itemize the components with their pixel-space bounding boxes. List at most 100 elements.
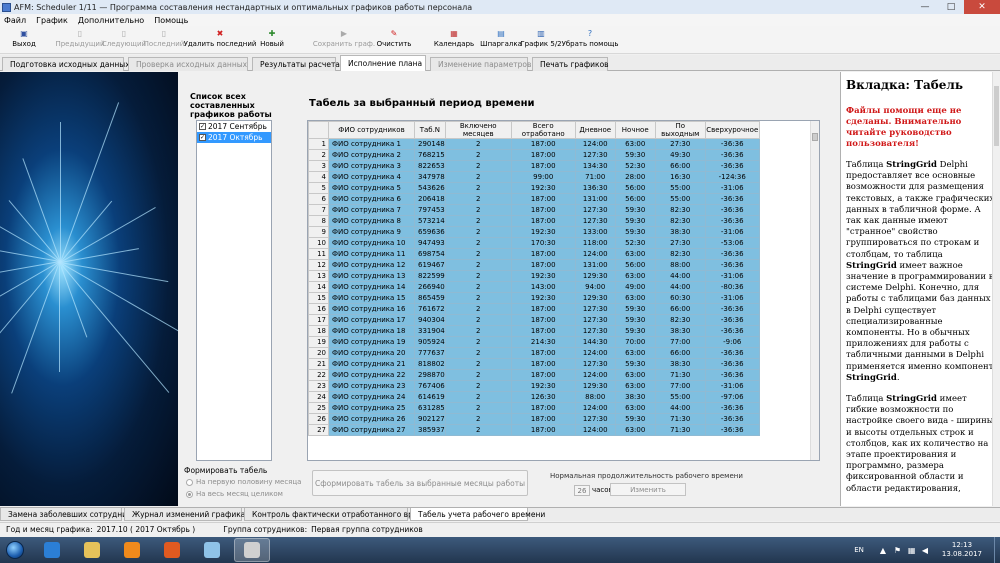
table-row[interactable]: 4 ФИО сотрудника 4 347978 2 99:00 71:00 28:00 1… <box>308 171 760 183</box>
grid-cell[interactable]: 543626 <box>414 182 446 194</box>
grid-cell[interactable]: -31:06 <box>704 270 760 282</box>
grid-cell[interactable]: 698754 <box>414 248 446 260</box>
table-row[interactable]: 1 ФИО сотрудника 1 290148 2 187:00 124:00 63:0… <box>308 138 760 150</box>
table-row[interactable]: 17 ФИО сотрудника 17 940304 2 187:00 127:30 59… <box>308 314 760 326</box>
grid-cell[interactable]: 2 <box>444 402 512 414</box>
grid-cell[interactable]: -124:36 <box>704 171 760 183</box>
grid-cell[interactable]: 2 <box>444 369 512 381</box>
grid-cell[interactable]: ФИО сотрудника 22 <box>328 369 415 381</box>
grid-cell[interactable]: ФИО сотрудника 18 <box>328 325 415 337</box>
grid-cell[interactable]: 16:30 <box>654 171 706 183</box>
tray-flag-icon[interactable]: ⚑ <box>894 546 902 555</box>
grid-cell[interactable]: -36:36 <box>704 149 760 161</box>
grid-cell[interactable]: 124:00 <box>574 402 616 414</box>
grid-cell[interactable]: 63:00 <box>614 424 656 436</box>
taskbar-app[interactable] <box>34 538 70 562</box>
table-row[interactable]: 22 ФИО сотрудника 22 298870 2 187:00 124:00 63… <box>308 369 760 381</box>
grid-cell[interactable]: 70:00 <box>614 336 656 348</box>
grid-cell[interactable]: 127:30 <box>574 413 616 425</box>
grid-cell[interactable]: 88:00 <box>654 259 706 271</box>
grid-column-header[interactable]: Ночное <box>614 121 656 139</box>
grid-cell[interactable]: 143:00 <box>510 281 576 293</box>
grid-cell[interactable]: 63:00 <box>614 402 656 414</box>
grid-cell[interactable]: 56:00 <box>614 259 656 271</box>
grid-cell[interactable]: -53:06 <box>704 237 760 249</box>
grid-cell[interactable]: 129:30 <box>574 270 616 282</box>
grid-cell[interactable]: 133:00 <box>574 226 616 238</box>
tab-3[interactable]: Исполнение плана <box>340 55 426 71</box>
toolbar-button-0[interactable]: ▣ Выход <box>4 28 44 49</box>
norm-hours-input[interactable]: 26 <box>574 485 590 496</box>
grid-cell[interactable]: -36:36 <box>704 215 760 227</box>
grid-cell[interactable]: ФИО сотрудника 5 <box>328 182 415 194</box>
grid-cell[interactable]: 347978 <box>414 171 446 183</box>
grid-cell[interactable]: ФИО сотрудника 12 <box>328 259 415 271</box>
grid-cell[interactable]: 187:00 <box>510 358 576 370</box>
grid-cell[interactable]: 136:30 <box>574 182 616 194</box>
table-row[interactable]: 6 ФИО сотрудника 6 206418 2 187:00 131:00 56:0… <box>308 193 760 205</box>
grid-cell[interactable]: ФИО сотрудника 16 <box>328 303 415 315</box>
grid-cell[interactable]: 56:00 <box>614 182 656 194</box>
grid-cell[interactable]: 55:00 <box>654 391 706 403</box>
grid-cell[interactable]: 2 <box>444 149 512 161</box>
grid-cell[interactable]: 266940 <box>414 281 446 293</box>
grid-cell[interactable]: 187:00 <box>510 314 576 326</box>
grid-cell[interactable]: 66:00 <box>654 160 706 172</box>
grid-cell[interactable]: -80:36 <box>704 281 760 293</box>
grid-cell[interactable]: 187:00 <box>510 259 576 271</box>
grid-cell[interactable]: 940304 <box>414 314 446 326</box>
grid-cell[interactable]: 2 <box>444 358 512 370</box>
grid-cell[interactable]: 38:30 <box>614 391 656 403</box>
month-item[interactable]: ✓ 2017 Сентябрь <box>197 121 271 132</box>
grid-cell[interactable]: ФИО сотрудника 23 <box>328 380 415 392</box>
grid-cell[interactable]: 761672 <box>414 303 446 315</box>
timesheet-grid[interactable]: ФИО сотрудников Таб.N Включено месяцев Всег… <box>307 120 820 461</box>
grid-cell[interactable]: 2 <box>444 248 512 260</box>
grid-cell[interactable]: 2 <box>444 270 512 282</box>
tray-network-icon[interactable]: ▦ <box>908 546 916 555</box>
grid-cell[interactable]: 124:00 <box>574 369 616 381</box>
grid-cell[interactable]: 187:00 <box>510 149 576 161</box>
grid-cell[interactable]: 614619 <box>414 391 446 403</box>
grid-cell[interactable]: -9:06 <box>704 336 760 348</box>
grid-cell[interactable]: 865459 <box>414 292 446 304</box>
minimize-button[interactable]: — <box>912 0 938 14</box>
grid-cell[interactable]: 82:30 <box>654 215 706 227</box>
grid-cell[interactable]: 2 <box>444 237 512 249</box>
bottom-tab-3[interactable]: Табель учета рабочего времени <box>410 508 545 521</box>
grid-cell[interactable]: ФИО сотрудника 11 <box>328 248 415 260</box>
grid-cell[interactable]: 127:30 <box>574 314 616 326</box>
grid-cell[interactable]: 2 <box>444 204 512 216</box>
grid-cell[interactable]: 59:30 <box>614 358 656 370</box>
grid-cell[interactable]: 206418 <box>414 193 446 205</box>
grid-column-header[interactable]: Таб.N <box>414 121 446 139</box>
grid-cell[interactable]: -97:06 <box>704 391 760 403</box>
table-row[interactable]: 2 ФИО сотрудника 2 768215 2 187:00 127:30 59:3… <box>308 149 760 161</box>
grid-scrollbar[interactable] <box>810 121 819 460</box>
grid-cell[interactable]: -36:36 <box>704 138 760 150</box>
grid-cell[interactable]: 124:00 <box>574 248 616 260</box>
grid-cell[interactable]: 63:00 <box>614 248 656 260</box>
bottom-tab-1[interactable]: Журнал изменений графика <box>124 508 245 521</box>
tab-4[interactable]: Изменение параметров <box>430 57 531 71</box>
grid-cell[interactable]: 52:30 <box>614 237 656 249</box>
grid-cell[interactable]: 2 <box>444 171 512 183</box>
grid-cell[interactable]: ФИО сотрудника 7 <box>328 204 415 216</box>
grid-column-header[interactable] <box>308 121 329 139</box>
grid-cell[interactable]: 71:30 <box>654 424 706 436</box>
grid-cell[interactable]: 129:30 <box>574 380 616 392</box>
grid-cell[interactable]: 59:30 <box>614 325 656 337</box>
grid-column-header[interactable]: ФИО сотрудников <box>328 121 415 139</box>
grid-cell[interactable]: -36:36 <box>704 204 760 216</box>
grid-cell[interactable]: ФИО сотрудника 15 <box>328 292 415 304</box>
grid-cell[interactable]: ФИО сотрудника 9 <box>328 226 415 238</box>
grid-cell[interactable]: 59:30 <box>614 303 656 315</box>
grid-cell[interactable]: -36:36 <box>704 303 760 315</box>
grid-cell[interactable]: 38:30 <box>654 226 706 238</box>
grid-cell[interactable]: 127:30 <box>574 358 616 370</box>
grid-cell[interactable]: 124:00 <box>574 347 616 359</box>
grid-cell[interactable]: -36:36 <box>704 193 760 205</box>
grid-cell[interactable]: 385937 <box>414 424 446 436</box>
radio-first-half-circle[interactable] <box>186 478 193 486</box>
grid-cell[interactable]: 38:30 <box>654 325 706 337</box>
